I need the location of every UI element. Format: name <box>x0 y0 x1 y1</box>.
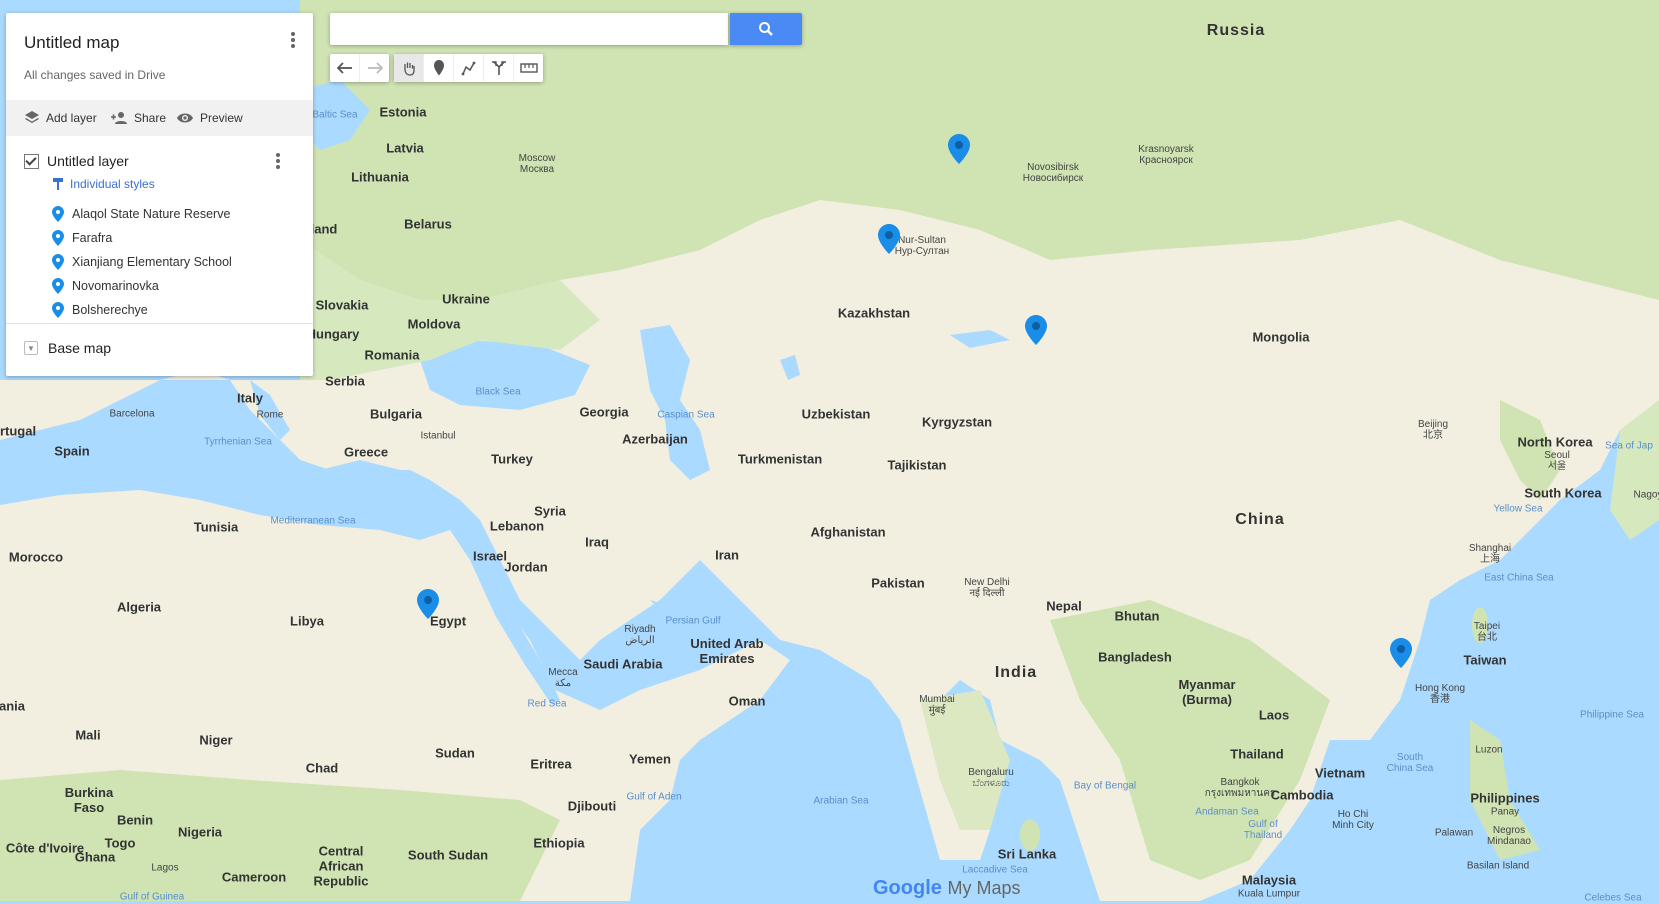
layer-visibility-checkbox[interactable] <box>24 153 39 169</box>
draw-tools <box>394 54 543 82</box>
place-pin-icon <box>52 278 64 294</box>
map-marker-xianjiang[interactable] <box>1390 638 1412 668</box>
eye-icon <box>177 113 193 123</box>
preview-button[interactable]: Preview <box>176 100 243 136</box>
google-wordmark: Google <box>873 877 942 899</box>
history-tools <box>330 54 389 82</box>
map-marker-bolsherechye[interactable] <box>878 224 900 254</box>
add-marker-button[interactable] <box>424 54 454 82</box>
my-maps-wordmark: My Maps <box>947 878 1021 898</box>
paint-roller-icon <box>53 178 63 190</box>
undo-button[interactable] <box>330 54 360 82</box>
place-label: Farafra <box>72 231 113 245</box>
map-marker-farafra[interactable] <box>417 589 439 619</box>
redo-button[interactable] <box>360 54 389 82</box>
directions-button[interactable] <box>484 54 514 82</box>
search-icon <box>759 22 773 36</box>
add-layer-label: Add layer <box>46 111 97 125</box>
draw-line-button[interactable] <box>454 54 484 82</box>
redo-icon <box>367 62 383 74</box>
place-label: Alaqol State Nature Reserve <box>72 207 231 221</box>
marker-icon <box>433 60 444 76</box>
place-item-alaqol[interactable]: Alaqol State Nature Reserve <box>52 206 230 222</box>
directions-icon <box>491 61 506 75</box>
sri-lanka-island <box>1020 819 1040 851</box>
map-marker-novomarinovka[interactable] <box>948 134 970 164</box>
layer-name[interactable]: Untitled layer <box>47 153 129 169</box>
place-label: Novomarinovka <box>72 279 159 293</box>
base-map-toggle[interactable]: ▼ Base map <box>24 340 111 356</box>
place-item-xianjiang[interactable]: Xianjiang Elementary School <box>52 254 232 270</box>
share-button[interactable]: Share <box>110 100 166 136</box>
hand-icon <box>403 62 415 76</box>
search-button[interactable] <box>730 13 802 45</box>
place-label: Bolsherechye <box>72 303 148 317</box>
place-item-bolsherechye[interactable]: Bolsherechye <box>52 302 148 318</box>
add-person-icon <box>111 112 127 124</box>
preview-label: Preview <box>200 111 243 125</box>
save-status: All changes saved in Drive <box>24 68 166 82</box>
place-label: Xianjiang Elementary School <box>72 255 232 269</box>
ruler-icon <box>519 63 538 73</box>
search-input[interactable] <box>330 13 728 45</box>
measure-button[interactable] <box>514 54 543 82</box>
place-pin-icon <box>52 230 64 246</box>
action-bar: Add layer Share Preview <box>6 100 313 136</box>
individual-styles-label: Individual styles <box>70 177 155 191</box>
share-label: Share <box>134 111 167 125</box>
place-pin-icon <box>52 206 64 222</box>
place-pin-icon <box>52 302 64 318</box>
base-map-label: Base map <box>48 340 112 356</box>
layer-options-menu-icon[interactable] <box>268 151 288 171</box>
undo-icon <box>336 62 352 74</box>
layers-icon <box>25 111 39 123</box>
chevron-down-icon: ▼ <box>24 341 38 355</box>
google-my-maps-logo: Google My Maps <box>873 877 1020 900</box>
map-title[interactable]: Untitled map <box>24 33 119 53</box>
add-layer-button[interactable]: Add layer <box>24 100 97 136</box>
place-item-novomarinovka[interactable]: Novomarinovka <box>52 278 159 294</box>
draw-line-icon <box>461 61 475 76</box>
layer-header: Untitled layer <box>24 153 129 169</box>
place-item-farafra[interactable]: Farafra <box>52 230 112 246</box>
map-options-menu-icon[interactable] <box>283 30 303 50</box>
map-marker-alaqol[interactable] <box>1025 315 1047 345</box>
map-panel: Untitled map All changes saved in Drive … <box>6 13 313 376</box>
pan-tool-button[interactable] <box>394 54 424 82</box>
panel-divider <box>6 323 313 324</box>
place-pin-icon <box>52 254 64 270</box>
individual-styles-link[interactable]: Individual styles <box>52 177 155 191</box>
taiwan-island <box>1472 607 1488 643</box>
